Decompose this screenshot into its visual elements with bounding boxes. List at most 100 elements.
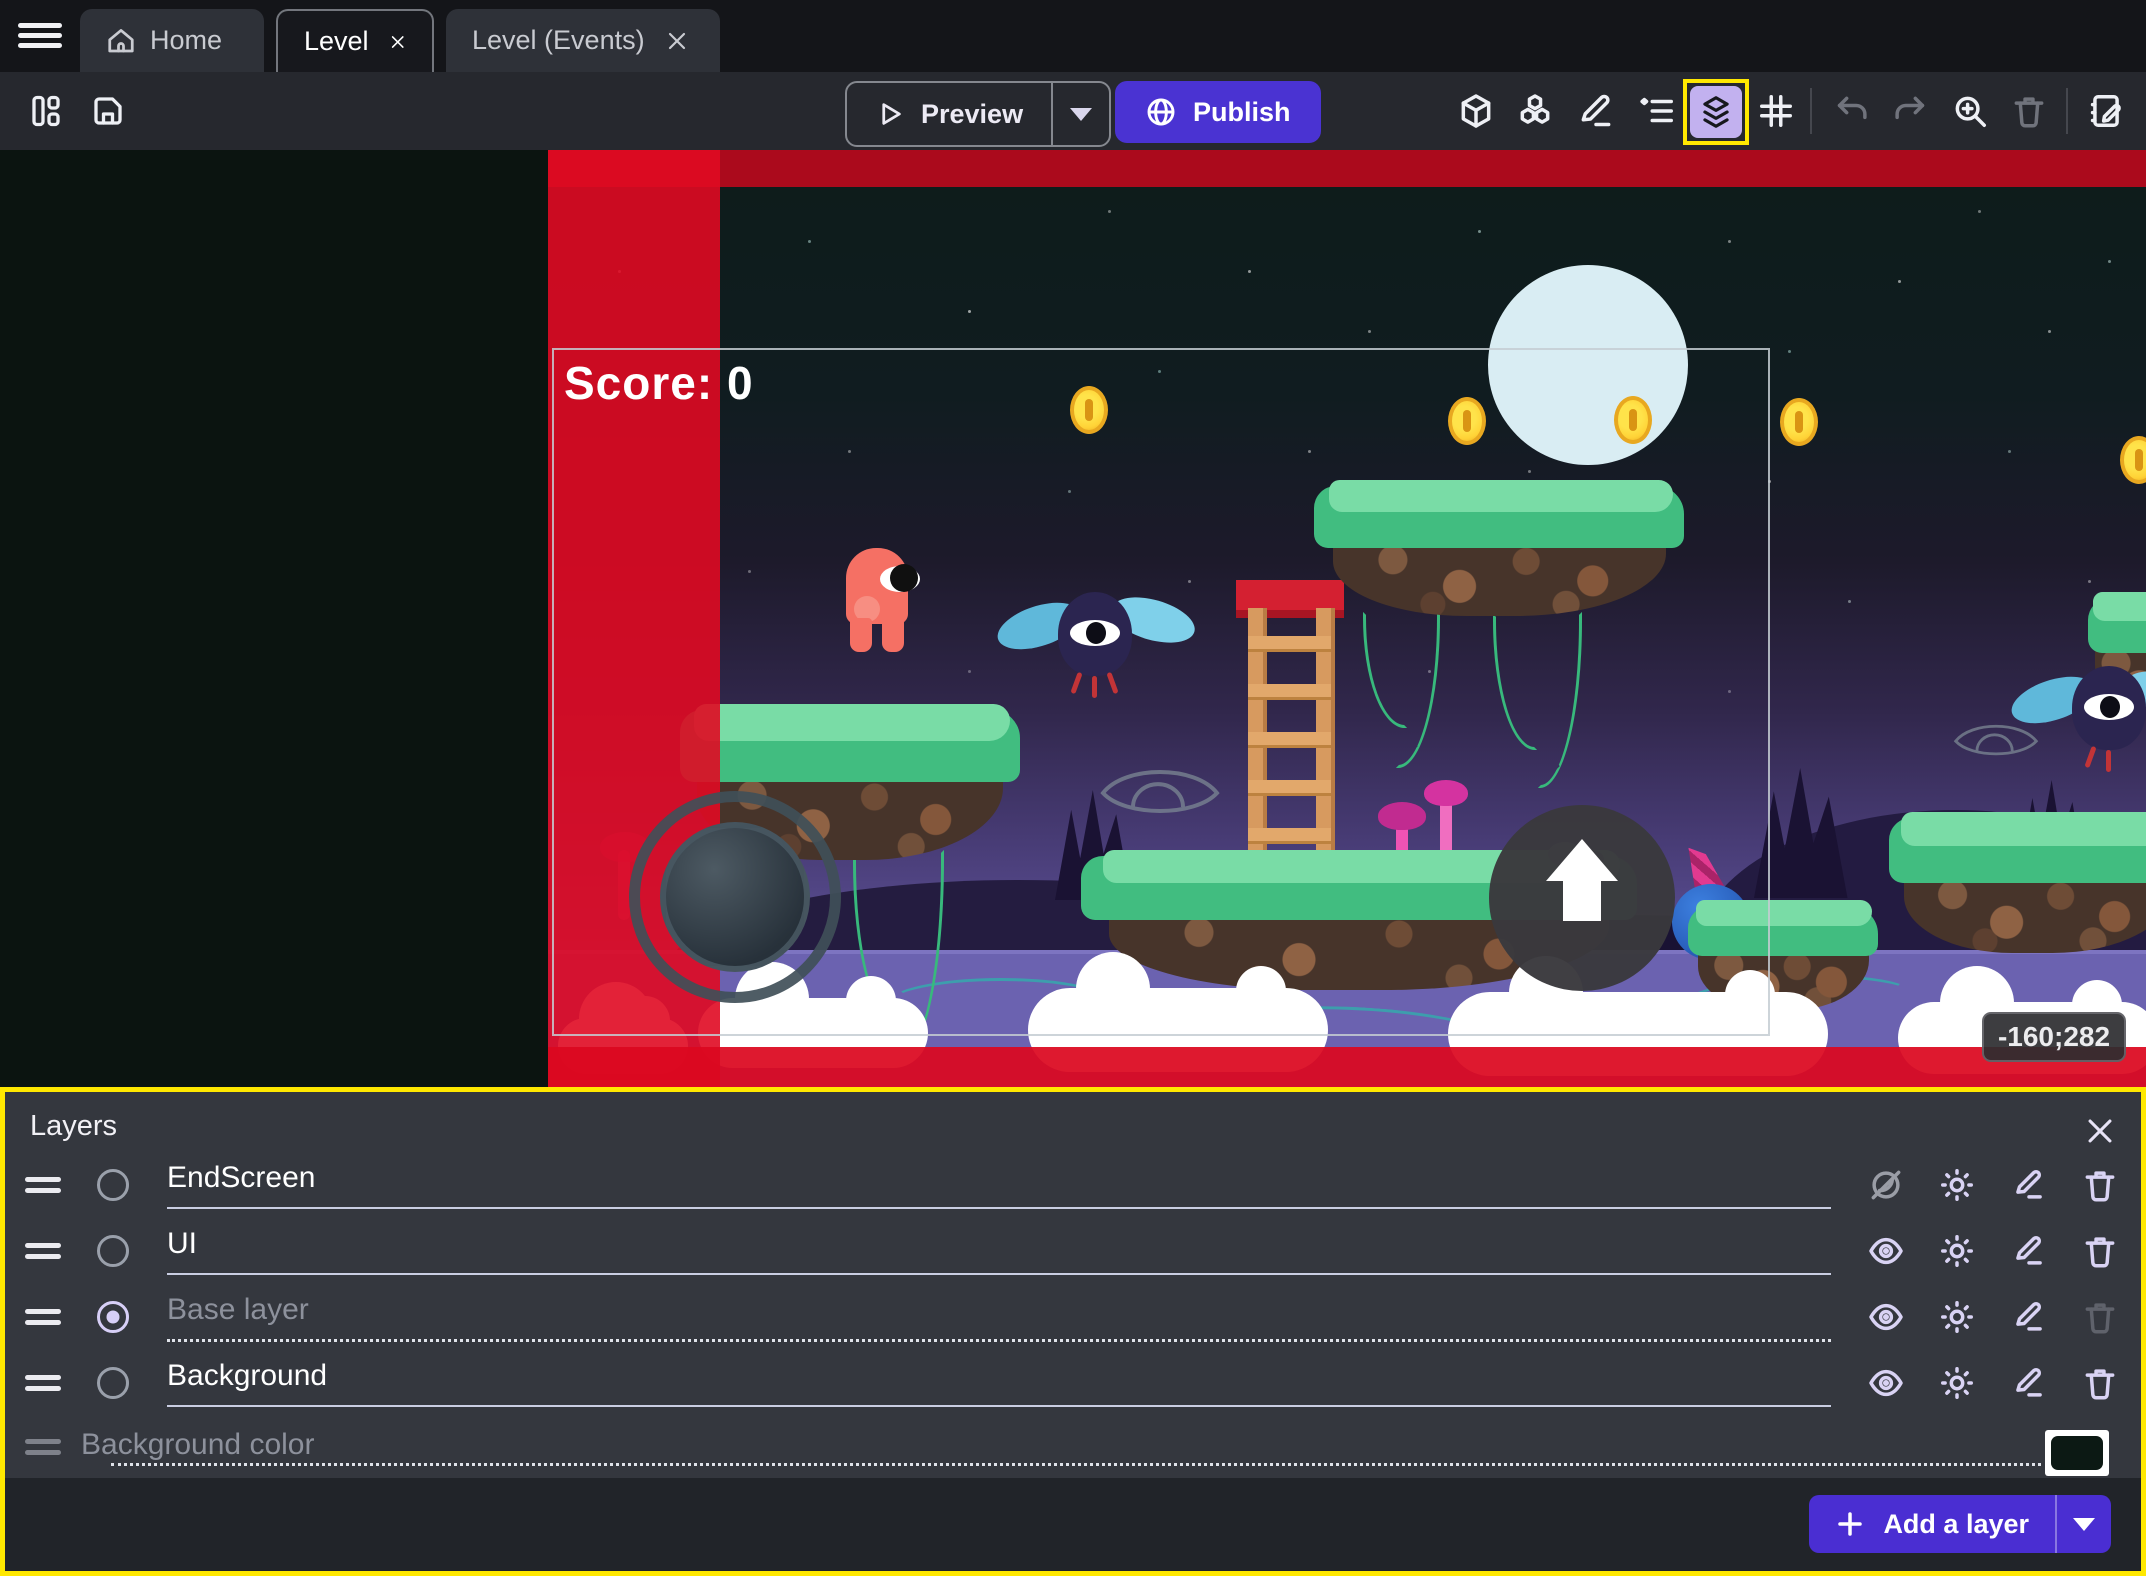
layer-row: EndScreen xyxy=(5,1152,2141,1218)
plus-icon xyxy=(1835,1509,1865,1539)
edit-pencil-icon[interactable] xyxy=(2010,1298,2048,1336)
drag-handle-icon[interactable] xyxy=(25,1369,61,1397)
layer-name-field[interactable]: UI xyxy=(167,1227,1831,1275)
tab-bar: Home Level Level (Events) xyxy=(0,0,2146,72)
up-arrow-icon xyxy=(1546,839,1618,881)
layer-select-radio[interactable] xyxy=(97,1235,129,1267)
objects-cube-icon[interactable] xyxy=(1452,87,1500,135)
toolbar: Preview Publish xyxy=(0,72,2146,150)
save-icon[interactable] xyxy=(84,87,132,135)
divider xyxy=(2066,88,2068,134)
layer-select-radio[interactable] xyxy=(97,1367,129,1399)
layout-columns-icon[interactable] xyxy=(22,87,70,135)
add-layer-button[interactable]: Add a layer xyxy=(1809,1495,2111,1553)
delete-trash-icon[interactable] xyxy=(2081,1232,2119,1270)
layers-button-active[interactable] xyxy=(1683,79,1749,145)
layer-name-field[interactable]: Base layer xyxy=(167,1293,1831,1342)
layer-select-radio[interactable] xyxy=(97,1169,129,1201)
tab-level-events[interactable]: Level (Events) xyxy=(446,9,720,72)
preview-label: Preview xyxy=(921,99,1023,130)
close-icon[interactable] xyxy=(2083,1114,2117,1148)
layers-panel-title: Layers xyxy=(30,1110,117,1143)
visibility-off-icon[interactable] xyxy=(1867,1166,1905,1204)
chevron-down-icon xyxy=(2073,1518,2095,1531)
edit-pencil-icon[interactable] xyxy=(1572,87,1620,135)
red-overlay-top[interactable] xyxy=(548,150,2146,187)
tab-home-label: Home xyxy=(150,25,222,56)
platform[interactable] xyxy=(1889,818,2146,953)
preview-dropdown-button[interactable] xyxy=(1053,108,1109,121)
delete-trash-icon[interactable] xyxy=(2081,1364,2119,1402)
redo-icon[interactable] xyxy=(1885,87,1933,135)
layer-name-field[interactable]: EndScreen xyxy=(167,1161,1831,1209)
up-arrow-icon xyxy=(1563,879,1601,921)
tab-level[interactable]: Level xyxy=(276,9,434,72)
instances-cubes-icon[interactable] xyxy=(1511,87,1559,135)
close-icon[interactable] xyxy=(389,30,406,54)
cursor-coordinates-tooltip: -160;282 xyxy=(1982,1012,2126,1062)
drag-handle-icon[interactable] xyxy=(25,1237,61,1265)
menu-icon[interactable] xyxy=(18,18,62,54)
background-color-label: Background color xyxy=(81,1428,314,1462)
layers-panel: Layers EndScreen xyxy=(0,1087,2146,1576)
tab-level-events-label: Level (Events) xyxy=(472,25,645,56)
joystick-knob[interactable] xyxy=(660,822,810,972)
drag-handle-icon[interactable] xyxy=(25,1303,61,1331)
drag-handle-icon[interactable] xyxy=(25,1171,61,1199)
home-icon xyxy=(106,26,136,56)
fly-body xyxy=(2072,666,2146,750)
zoom-in-icon[interactable] xyxy=(1946,87,1994,135)
layer-row: Background xyxy=(5,1350,2141,1416)
fly-claw xyxy=(2106,750,2111,772)
close-icon[interactable] xyxy=(665,29,689,53)
add-layer-label: Add a layer xyxy=(1883,1509,2029,1540)
background-color-picker[interactable] xyxy=(2045,1430,2109,1476)
effects-icon[interactable] xyxy=(1938,1166,1976,1204)
visibility-icon[interactable] xyxy=(1867,1364,1905,1402)
fly-claw xyxy=(2084,746,2096,768)
edit-pencil-icon[interactable] xyxy=(2010,1364,2048,1402)
effects-icon[interactable] xyxy=(1938,1232,1976,1270)
layer-name-field[interactable]: Background xyxy=(167,1359,1831,1407)
publish-label: Publish xyxy=(1193,97,1291,128)
publish-button[interactable]: Publish xyxy=(1115,81,1321,143)
objects-list-icon[interactable] xyxy=(1633,87,1681,135)
game-scene[interactable]: Score: 0 -160;282 xyxy=(548,150,2146,1087)
divider xyxy=(1810,88,1812,134)
scene-notes-icon[interactable] xyxy=(2082,87,2130,135)
jump-button[interactable] xyxy=(1489,805,1675,991)
tab-home[interactable]: Home xyxy=(80,9,264,72)
coin[interactable] xyxy=(1780,398,1818,446)
canvas-empty-area[interactable] xyxy=(0,150,548,1087)
tab-level-label: Level xyxy=(304,26,369,57)
layer-select-radio-selected[interactable] xyxy=(97,1301,129,1333)
divider xyxy=(111,1463,2041,1466)
score-text-object[interactable]: Score: 0 xyxy=(564,356,754,410)
delete-trash-icon[interactable] xyxy=(2081,1166,2119,1204)
layer-row: UI xyxy=(5,1218,2141,1284)
play-icon xyxy=(875,99,905,129)
scene-editor-canvas[interactable]: Score: 0 -160;282 xyxy=(0,150,2146,1087)
preview-button[interactable]: Preview xyxy=(845,81,1111,147)
edit-pencil-icon[interactable] xyxy=(2010,1166,2048,1204)
globe-icon xyxy=(1145,96,1177,128)
background-color-row: Background color xyxy=(5,1416,2141,1478)
delete-icon[interactable] xyxy=(2005,87,2053,135)
effects-icon[interactable] xyxy=(1938,1364,1976,1402)
red-overlay-bottom[interactable] xyxy=(548,1047,2146,1087)
color-swatch[interactable] xyxy=(2051,1436,2103,1470)
layers-panel-footer: Add a layer xyxy=(5,1478,2141,1571)
fly-eye xyxy=(2084,694,2134,720)
grid-icon[interactable] xyxy=(1752,87,1800,135)
layer-row: Base layer xyxy=(5,1284,2141,1350)
layers-icon xyxy=(1690,86,1742,138)
fly-enemy[interactable] xyxy=(2010,662,2146,782)
delete-trash-icon-disabled xyxy=(2081,1298,2119,1336)
edit-pencil-icon[interactable] xyxy=(2010,1232,2048,1270)
add-layer-dropdown-button[interactable] xyxy=(2057,1518,2111,1531)
visibility-icon[interactable] xyxy=(1867,1298,1905,1336)
effects-icon[interactable] xyxy=(1938,1298,1976,1336)
chevron-down-icon xyxy=(1070,108,1092,121)
visibility-icon[interactable] xyxy=(1867,1232,1905,1270)
undo-icon[interactable] xyxy=(1829,87,1877,135)
